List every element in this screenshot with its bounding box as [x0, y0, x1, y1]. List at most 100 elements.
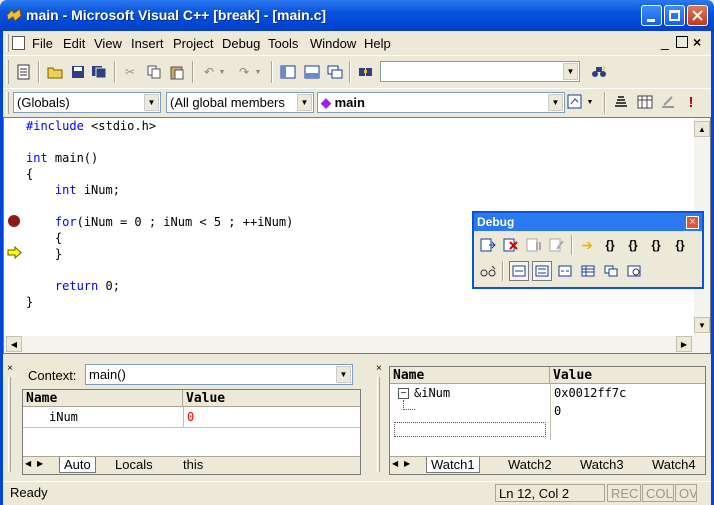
scroll-up-chevron-icon[interactable]: ▲	[694, 121, 710, 137]
watch-name[interactable]: &iNum	[414, 386, 450, 400]
menu-debug[interactable]: Debug	[222, 36, 260, 51]
variables-panel-close-icon[interactable]: ×	[7, 363, 13, 374]
collapse-minus-icon[interactable]: −	[398, 388, 409, 399]
name-column-header[interactable]: Name	[390, 367, 550, 384]
filter-combo[interactable]: (All global members ▼	[166, 92, 314, 113]
watch-grid[interactable]: Name Value − &iNum 0x0012ff7c 0 ◀ ▶ Watc…	[389, 366, 706, 475]
redo-icon[interactable]: ↷	[234, 62, 254, 82]
find-combo[interactable]: ▼	[380, 61, 580, 82]
memory-window-icon[interactable]	[578, 261, 598, 281]
member-combo-chevron-down-icon[interactable]: ▼	[548, 94, 563, 111]
find-in-files-icon[interactable]	[356, 62, 376, 82]
paste-icon[interactable]	[167, 62, 187, 82]
debug-toolbar-window[interactable]: Debug × ➔ {} {} {} {}	[472, 211, 704, 289]
selection-margin[interactable]	[4, 118, 24, 336]
menu-project[interactable]: Project	[173, 36, 213, 51]
horizontal-scrollbar[interactable]: ◀ ▶	[4, 336, 710, 353]
mdi-close-button[interactable]: ×	[693, 34, 701, 50]
tab-auto[interactable]: Auto	[59, 457, 96, 473]
variable-name[interactable]: iNum	[49, 410, 78, 424]
value-column-header[interactable]: Value	[550, 367, 705, 384]
execute-program-icon[interactable]: !	[681, 92, 701, 112]
menu-insert[interactable]: Insert	[131, 36, 164, 51]
maximize-button[interactable]	[664, 5, 685, 26]
debug-toolbar-close-icon[interactable]: ×	[686, 216, 699, 229]
wizardbar-action-icon[interactable]	[565, 92, 585, 112]
menu-tools[interactable]: Tools	[268, 36, 298, 51]
call-stack-window-icon[interactable]	[601, 261, 621, 281]
window-list-icon[interactable]	[325, 62, 345, 82]
menu-file[interactable]: File	[32, 36, 53, 51]
step-out-icon[interactable]: {}	[646, 235, 666, 255]
app-icon[interactable]	[6, 8, 22, 22]
class-combo-chevron-down-icon[interactable]: ▼	[144, 94, 159, 111]
show-next-statement-icon[interactable]: ➔	[577, 235, 597, 255]
tab-scroll-right-chevron-icon[interactable]: ▶	[404, 459, 410, 468]
context-combo[interactable]: main() ▼	[85, 364, 353, 385]
class-combo[interactable]: (Globals) ▼	[13, 92, 161, 113]
toolbar-grip[interactable]	[6, 60, 9, 84]
tab-scroll-left-chevron-icon[interactable]: ◀	[25, 459, 31, 468]
open-folder-icon[interactable]	[45, 62, 65, 82]
scroll-right-chevron-icon[interactable]: ▶	[676, 336, 692, 352]
variables-window-icon[interactable]	[532, 261, 552, 281]
close-button[interactable]	[687, 5, 708, 26]
mdi-minimize-button[interactable]: _	[661, 34, 669, 50]
watch-value[interactable]: 0x0012ff7c	[554, 386, 626, 400]
apply-code-changes-icon[interactable]	[547, 235, 567, 255]
quickwatch-icon[interactable]	[478, 261, 498, 281]
tab-scroll-right-chevron-icon[interactable]: ▶	[37, 459, 43, 468]
variables-panel-grip[interactable]: ×	[5, 357, 17, 477]
tab-scroll-left-chevron-icon[interactable]: ◀	[392, 459, 398, 468]
watch-value[interactable]: 0	[554, 404, 561, 418]
scroll-left-chevron-icon[interactable]: ◀	[6, 336, 22, 352]
tab-watch4[interactable]: Watch4	[648, 457, 700, 472]
stop-debugging-icon[interactable]	[501, 235, 521, 255]
menubar-grip[interactable]	[6, 34, 9, 52]
break-execution-icon[interactable]	[524, 235, 544, 255]
restart-icon[interactable]	[478, 235, 498, 255]
new-watch-entry[interactable]	[394, 422, 546, 437]
filter-combo-chevron-down-icon[interactable]: ▼	[297, 94, 312, 111]
minimize-button[interactable]	[641, 5, 662, 26]
mdi-restore-button[interactable]	[676, 36, 688, 48]
scroll-down-chevron-icon[interactable]: ▼	[694, 317, 710, 333]
tab-watch1[interactable]: Watch1	[426, 457, 480, 473]
panel-grip-bar[interactable]	[377, 377, 380, 472]
output-window-icon[interactable]	[302, 62, 322, 82]
search-binoculars-icon[interactable]	[589, 62, 609, 82]
wizardbar-action-chevron-down-icon[interactable]: ▼	[585, 92, 595, 112]
breakpoint-icon[interactable]	[8, 215, 20, 227]
tab-locals[interactable]: Locals	[111, 457, 157, 472]
menu-edit[interactable]: Edit	[63, 36, 85, 51]
tab-watch2[interactable]: Watch2	[504, 457, 556, 472]
find-combo-chevron-down-icon[interactable]: ▼	[563, 63, 578, 80]
step-into-icon[interactable]: {}	[600, 235, 620, 255]
undo-dropdown-chevron-down-icon[interactable]: ▼	[217, 62, 227, 82]
compile-icon[interactable]	[611, 92, 631, 112]
new-text-file-icon[interactable]	[14, 62, 34, 82]
build-icon[interactable]	[635, 92, 655, 112]
menu-window[interactable]: Window	[310, 36, 356, 51]
save-all-icon[interactable]	[89, 62, 109, 82]
tab-this[interactable]: this	[179, 457, 207, 472]
watch-window-icon[interactable]	[509, 261, 529, 281]
step-over-icon[interactable]: {}	[623, 235, 643, 255]
name-column-header[interactable]: Name	[23, 390, 183, 407]
run-to-cursor-icon[interactable]: {}	[670, 235, 690, 255]
watch-panel-grip[interactable]: ×	[374, 357, 386, 477]
context-combo-chevron-down-icon[interactable]: ▼	[336, 366, 351, 383]
tab-watch3[interactable]: Watch3	[576, 457, 628, 472]
panel-grip-bar[interactable]	[8, 377, 11, 472]
copy-icon[interactable]	[144, 62, 164, 82]
value-column-header[interactable]: Value	[183, 390, 360, 407]
redo-dropdown-chevron-down-icon[interactable]: ▼	[253, 62, 263, 82]
menu-view[interactable]: View	[94, 36, 122, 51]
title-bar[interactable]: main - Microsoft Visual C++ [break] - [m…	[0, 0, 714, 31]
workspace-icon[interactable]	[278, 62, 298, 82]
undo-icon[interactable]: ↶	[199, 62, 219, 82]
debug-toolbar-title[interactable]: Debug	[474, 213, 702, 231]
disassembly-window-icon[interactable]	[624, 261, 644, 281]
member-combo[interactable]: ◆ main ▼	[317, 92, 565, 113]
watch-panel-close-icon[interactable]: ×	[376, 363, 382, 374]
